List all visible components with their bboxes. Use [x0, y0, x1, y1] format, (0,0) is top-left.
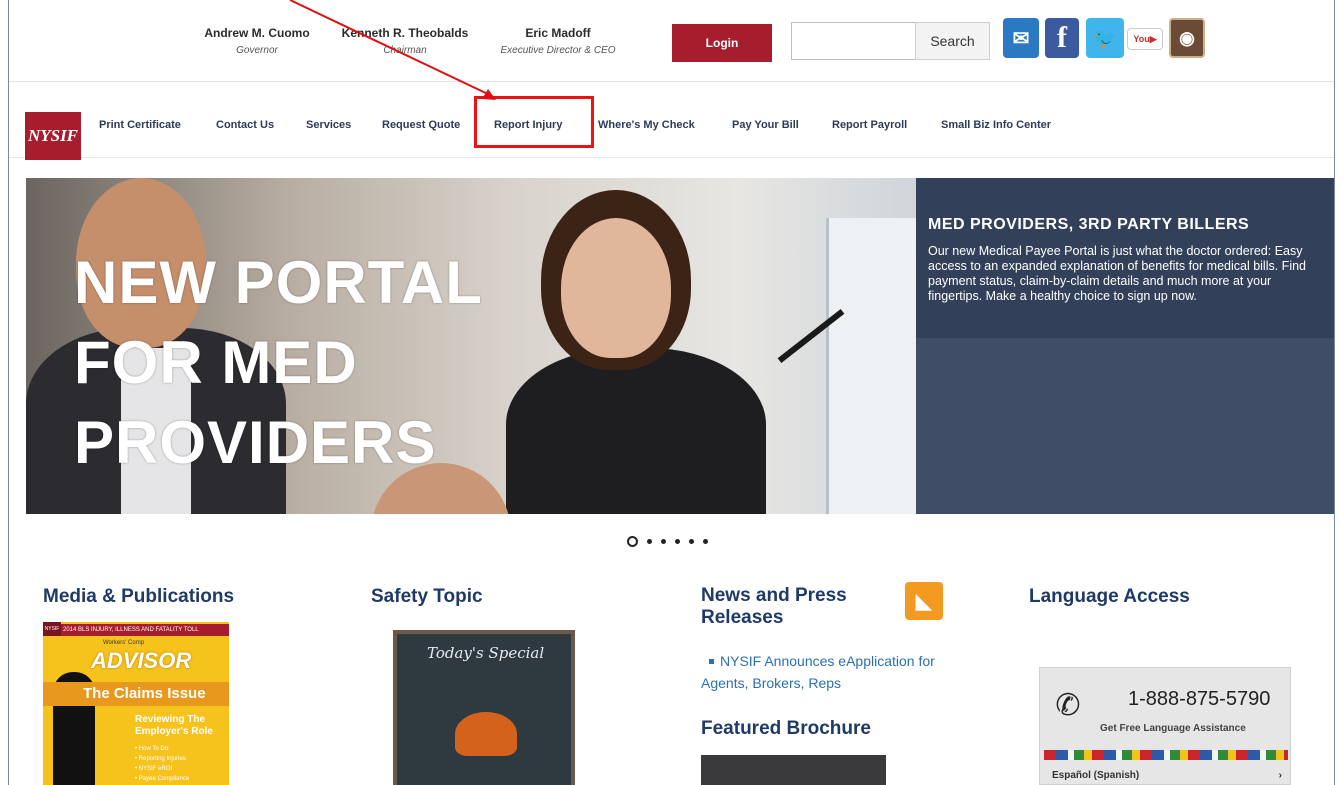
- hero-person-woman: [506, 348, 766, 514]
- nav-small-biz-info-center[interactable]: Small Biz Info Center: [941, 119, 1051, 131]
- search-input[interactable]: [791, 22, 916, 60]
- board-food-illustration: [455, 712, 517, 756]
- advisor-subtitle: Workers' Comp: [103, 640, 145, 646]
- facebook-icon[interactable]: f: [1045, 18, 1079, 58]
- hero-person-woman-head: [561, 218, 671, 358]
- nav-pay-your-bill[interactable]: Pay Your Bill: [732, 119, 799, 131]
- advisor-role-line: Employer's Role: [135, 726, 213, 737]
- advisor-banner: 2014 BLS INJURY, ILLNESS AND FATALITY TO…: [43, 624, 229, 636]
- search-button[interactable]: Search: [915, 22, 990, 60]
- hero-title-line: FOR MED: [74, 329, 358, 396]
- advisor-brand-logo: NYSIF: [43, 622, 61, 636]
- advisor-list-item: • Reporting Injuries: [135, 756, 186, 762]
- hero-whiteboard: [826, 218, 916, 514]
- twitter-icon[interactable]: 🐦: [1086, 18, 1124, 58]
- official-role: Governor: [236, 45, 278, 56]
- bullet-icon: [709, 659, 714, 664]
- instagram-icon[interactable]: ◉: [1169, 18, 1205, 58]
- phone-subtitle: Get Free Language Assistance: [1100, 723, 1246, 734]
- advisor-list-item: • Payee Compliance: [135, 776, 190, 782]
- news-item[interactable]: NYSIF Announces eApplication for Agents,…: [701, 650, 971, 694]
- login-button[interactable]: Login: [672, 24, 772, 62]
- safety-heading[interactable]: Safety Topic: [371, 586, 483, 608]
- top-bar: Andrew M. Cuomo Governor Kenneth R. Theo…: [9, 0, 1334, 82]
- hero-photo: NEW PORTAL FOR MED PROVIDERS: [26, 178, 916, 514]
- hero-carousel[interactable]: NEW PORTAL FOR MED PROVIDERS MED PROVIDE…: [26, 178, 1334, 514]
- language-select[interactable]: Español (Spanish) ›: [1044, 766, 1288, 785]
- nav-contact-us[interactable]: Contact Us: [216, 119, 274, 131]
- hero-info-panel[interactable]: MED PROVIDERS, 3RD PARTY BILLERS Our new…: [916, 178, 1334, 514]
- phone-number[interactable]: 1-888-875-5790: [1128, 688, 1270, 711]
- phone-icon: ✆: [1055, 688, 1081, 722]
- official-name: Eric Madoff: [525, 26, 591, 40]
- official-name: Kenneth R. Theobalds: [341, 26, 469, 40]
- advisor-list: • How To Do: • Reporting Injuries • NYSI…: [135, 744, 189, 784]
- carousel-dot[interactable]: [675, 539, 680, 544]
- news-heading-text: News and Press Releases: [701, 585, 847, 628]
- hero-title-line: NEW PORTAL: [74, 249, 483, 316]
- nysif-logo[interactable]: NYSIF: [25, 112, 81, 160]
- mail-subscribe-icon[interactable]: ✉: [1003, 18, 1039, 58]
- official-role: Chairman: [383, 45, 427, 56]
- carousel-dot-active[interactable]: [627, 536, 638, 547]
- media-heading[interactable]: Media & Publications: [43, 586, 234, 608]
- advisor-title: ADVISOR: [91, 648, 192, 673]
- nav-print-certificate[interactable]: Print Certificate: [99, 119, 181, 131]
- carousel-dots: [627, 536, 708, 547]
- featured-brochure-image[interactable]: [701, 755, 886, 785]
- language-heading[interactable]: Language Access: [1029, 586, 1190, 608]
- nav-report-payroll[interactable]: Report Payroll: [832, 119, 907, 131]
- carousel-dot[interactable]: [661, 539, 666, 544]
- nav-services[interactable]: Services: [306, 119, 351, 131]
- flags-strip: [1044, 750, 1288, 760]
- main-nav: NYSIF Print Certificate Contact Us Servi…: [9, 82, 1334, 160]
- hero-title: NEW PORTAL FOR MED PROVIDERS: [74, 243, 483, 483]
- official-ceo: Eric Madoff Executive Director & CEO: [483, 26, 633, 56]
- carousel-dot[interactable]: [703, 539, 708, 544]
- language-selected: Español (Spanish): [1052, 770, 1140, 781]
- nav-request-quote[interactable]: Request Quote: [382, 119, 460, 131]
- language-assistance-box[interactable]: ✆ 1-888-875-5790 Get Free Language Assis…: [1039, 667, 1291, 785]
- browser-page: Andrew M. Cuomo Governor Kenneth R. Theo…: [8, 0, 1335, 785]
- nav-wheres-my-check[interactable]: Where's My Check: [598, 119, 695, 131]
- advisor-role: Reviewing The Employer's Role: [135, 714, 213, 738]
- advisor-list-item: • NYSIF eROI: [135, 766, 173, 772]
- advisor-list-item: • How To Do:: [135, 746, 170, 752]
- carousel-dot[interactable]: [689, 539, 694, 544]
- youtube-icon[interactable]: You▶: [1127, 28, 1163, 50]
- hero-panel-title: MED PROVIDERS, 3RD PARTY BILLERS: [928, 216, 1250, 233]
- official-name: Andrew M. Cuomo: [204, 26, 310, 40]
- official-role: Executive Director & CEO: [500, 45, 616, 56]
- advisor-issue: The Claims Issue: [43, 682, 229, 706]
- featured-brochure-heading[interactable]: Featured Brochure: [701, 718, 871, 740]
- report-injury-highlight: [474, 96, 594, 148]
- advisor-cover[interactable]: 2014 BLS INJURY, ILLNESS AND FATALITY TO…: [43, 622, 229, 785]
- official-chairman: Kenneth R. Theobalds Chairman: [325, 26, 485, 56]
- news-link-text[interactable]: NYSIF Announces eApplication for Agents,…: [701, 653, 935, 691]
- hero-panel-text: Our new Medical Payee Portal is just wha…: [928, 244, 1307, 303]
- board-text: Today's Special: [427, 644, 545, 662]
- chevron-right-icon: ›: [1278, 770, 1282, 781]
- hero-title-line: PROVIDERS: [74, 409, 437, 476]
- carousel-dot[interactable]: [647, 539, 652, 544]
- advisor-role-line: Reviewing The: [135, 714, 206, 725]
- rss-icon[interactable]: ◣: [905, 582, 943, 620]
- news-heading[interactable]: News and Press Releases: [701, 585, 891, 629]
- official-governor: Andrew M. Cuomo Governor: [187, 26, 327, 56]
- safety-topic-image[interactable]: Today's Special: [393, 630, 575, 785]
